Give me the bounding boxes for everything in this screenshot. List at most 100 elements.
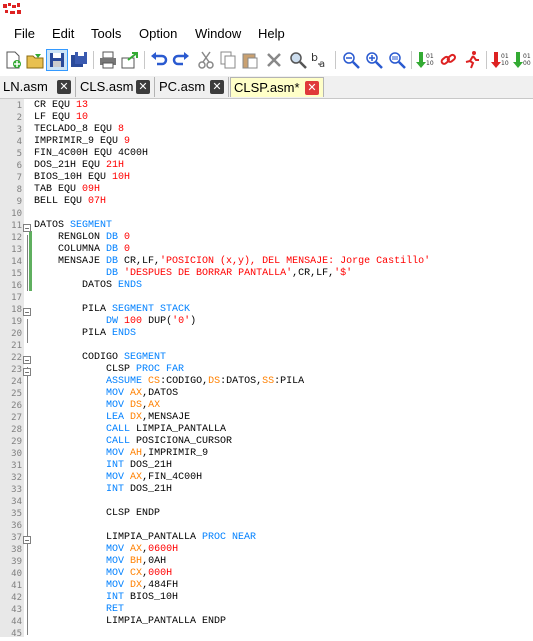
line-number: 7 [16, 173, 22, 183]
code-line[interactable]: 9 BELL EQU 07H [0, 196, 533, 209]
token-reg: SS [262, 376, 275, 387]
token-reg: DS [208, 376, 221, 387]
token-text: CR,LF, [118, 256, 161, 267]
token-reg: AX [130, 472, 143, 483]
code-text: FIN_4C00H EQU 4C00H [34, 148, 148, 159]
binary-icon[interactable]: 0100 [512, 50, 532, 70]
token-kw: PROC NEAR [202, 532, 257, 543]
token-num: 13 [76, 100, 89, 111]
code-editor[interactable]: − − − − − 1 CR EQU 13 2 LF EQU 10 3 TECLADO_8… [0, 99, 533, 639]
code-text: LEA DX,MENSAJE [34, 412, 190, 423]
close-icon[interactable]: ✕ [136, 80, 150, 94]
code-text: BIOS_10H EQU 10H [34, 172, 130, 183]
code-text: BELL EQU 07H [34, 196, 106, 207]
cut-icon[interactable] [196, 50, 216, 70]
paste-icon[interactable] [240, 50, 260, 70]
line-number: 3 [16, 125, 22, 135]
toolbar-separator [411, 51, 412, 69]
token-num: 0600H [148, 544, 179, 555]
token-text: ) [190, 316, 197, 327]
app-logo-icon [3, 3, 21, 14]
token-num: 09H [82, 184, 101, 195]
code-text: INT DOS_21H [34, 484, 172, 495]
save-all-icon[interactable] [69, 50, 89, 70]
close-icon[interactable]: ✕ [57, 80, 71, 94]
line-number: 44 [11, 617, 22, 627]
code-text: CR EQU 13 [34, 100, 88, 111]
line-number: 6 [16, 161, 22, 171]
save-icon[interactable] [46, 49, 68, 71]
zoom-reset-icon[interactable] [387, 50, 407, 70]
token-kw: RET [106, 604, 125, 615]
code-line[interactable]: 35 CLSP ENDP [0, 508, 533, 521]
line-number: 15 [11, 269, 22, 279]
token-reg: DX [130, 412, 143, 423]
token-str: 'DESPUES DE BORRAR PANTALLA' [124, 268, 293, 279]
token-num: 0 [124, 244, 131, 255]
token-kw: SEGMENT STACK [112, 304, 191, 315]
copy-icon[interactable] [218, 50, 238, 70]
run-icon[interactable] [462, 50, 482, 70]
token-text: BELL EQU [34, 196, 89, 207]
token-kw: MOV [106, 388, 125, 399]
new-file-icon[interactable] [3, 50, 23, 70]
token-kw: DB [106, 244, 119, 255]
menu-window[interactable]: Window [195, 26, 241, 41]
close-icon[interactable]: ✕ [305, 81, 319, 95]
menu-option[interactable]: Option [139, 26, 177, 41]
zoom-out-icon[interactable] [341, 50, 361, 70]
print-icon[interactable] [98, 50, 118, 70]
code-line[interactable]: 44 LIMPIA_PANTALLA ENDP [0, 616, 533, 629]
token-text: IMPRIMIR_9 EQU [34, 136, 125, 147]
code-text: MOV BH,0AH [34, 556, 166, 567]
undo-icon[interactable] [149, 50, 169, 70]
find-icon[interactable] [288, 50, 308, 70]
menu-help[interactable]: Help [258, 26, 285, 41]
debug-icon[interactable]: 0110 [490, 50, 510, 70]
redo-icon[interactable] [171, 50, 191, 70]
tab-clsp-asm[interactable]: CLSP.asm* ✕ [230, 77, 324, 97]
token-text: BIOS_10H [124, 592, 179, 603]
delete-icon[interactable] [264, 50, 284, 70]
code-text: RET [34, 604, 124, 615]
menu-bar: File Edit Tools Option Window Help [0, 24, 533, 44]
code-text: MOV CX,000H [34, 568, 172, 579]
token-kw: LEA [106, 412, 125, 423]
code-line[interactable]: 45 [0, 629, 533, 641]
toolbar-separator [486, 51, 487, 69]
close-icon[interactable]: ✕ [210, 80, 224, 94]
menu-file[interactable]: File [14, 26, 35, 41]
token-num: 8 [118, 124, 125, 135]
code-line[interactable]: 20 PILA ENDS [0, 328, 533, 341]
export-icon[interactable] [120, 50, 140, 70]
line-number: 18 [11, 305, 22, 315]
token-num: 10 [76, 112, 89, 123]
assemble-icon[interactable]: 0110 [414, 50, 434, 70]
token-kw: SEGMENT [70, 220, 113, 231]
menu-tools[interactable]: Tools [91, 26, 121, 41]
link-icon[interactable] [438, 50, 458, 70]
token-text: CODIGO [34, 352, 125, 363]
code-text: CALL LIMPIA_PANTALLA [34, 424, 226, 435]
tab-ln-asm[interactable]: LN.asm ✕ [0, 77, 76, 97]
token-kw: ENDS [118, 280, 143, 291]
tab-cls-asm[interactable]: CLS.asm ✕ [77, 77, 155, 97]
token-reg: CS [148, 376, 161, 387]
zoom-in-icon[interactable] [364, 50, 384, 70]
token-text: CLSP [34, 364, 137, 375]
code-line[interactable]: 33 INT DOS_21H [0, 484, 533, 497]
menu-edit[interactable]: Edit [52, 26, 74, 41]
line-number: 45 [11, 629, 22, 639]
tab-pc-asm[interactable]: PC.asm ✕ [156, 77, 229, 97]
line-number: 1 [16, 101, 22, 111]
replace-icon[interactable]: ba [310, 50, 330, 70]
open-file-icon[interactable] [25, 50, 45, 70]
code-line[interactable]: 16 DATOS ENDS [0, 280, 533, 293]
